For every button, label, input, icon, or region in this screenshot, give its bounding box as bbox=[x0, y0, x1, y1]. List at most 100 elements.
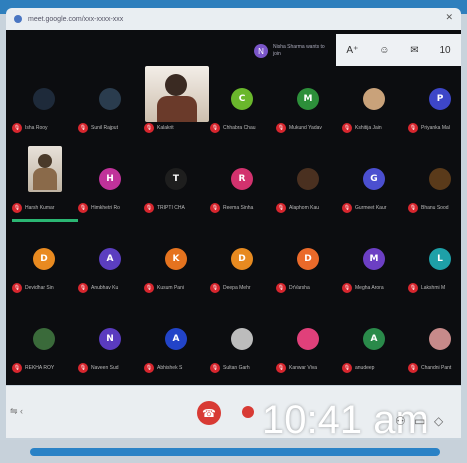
participant-name: Priyanka Mal bbox=[421, 125, 450, 131]
participant-avatar bbox=[231, 328, 253, 350]
mic-off-icon: 🎙 bbox=[276, 363, 286, 373]
participant-tile[interactable]: A 🎙 Anubhav Ku bbox=[74, 226, 140, 301]
participant-avatar: M bbox=[363, 248, 385, 270]
participant-avatar: P bbox=[429, 88, 451, 110]
participant-avatar bbox=[297, 328, 319, 350]
mic-off-icon: 🎙 bbox=[78, 283, 88, 293]
mic-off-icon: 🎙 bbox=[342, 123, 352, 133]
participant-name: Devidhar Sin bbox=[25, 285, 54, 291]
meeting-details-icon[interactable]: ⇋ ‹ bbox=[10, 406, 23, 417]
mic-off-icon: 🎙 bbox=[12, 123, 22, 133]
participant-avatar: D bbox=[297, 248, 319, 270]
participant-tile[interactable]: 🎙 Bhanu Sood bbox=[404, 146, 467, 221]
mic-off-icon: 🎙 bbox=[210, 283, 220, 293]
participant-name: Anubhav Ku bbox=[91, 285, 119, 291]
address-bar-url[interactable]: meet.google.com/xxx-xxxx-xxx bbox=[28, 16, 123, 23]
notification-avatar: N bbox=[254, 44, 268, 58]
participant-avatar: A bbox=[99, 248, 121, 270]
participant-tile[interactable]: 🎙 Kshitija Jain bbox=[338, 66, 404, 141]
participant-tile[interactable]: 🎙 Sunil Rajput bbox=[74, 66, 140, 141]
participant-name: TRIPTI CHA bbox=[157, 205, 185, 211]
participant-tile[interactable]: G 🎙 Gurmeet Kaur bbox=[338, 146, 404, 221]
participant-name: Harsh Kumar bbox=[25, 205, 55, 211]
participant-video[interactable] bbox=[28, 146, 62, 192]
close-icon[interactable]: ✕ bbox=[445, 12, 453, 23]
text-size-icon[interactable]: A⁺ bbox=[346, 45, 358, 56]
person-silhouette-icon bbox=[165, 74, 187, 96]
join-notification[interactable]: N Nisha Sharma wants to join bbox=[254, 36, 336, 66]
participant-tile[interactable]: 🎙 Sultan Garh bbox=[206, 306, 272, 381]
participant-name: Naveen Sud bbox=[91, 365, 119, 371]
participant-tile[interactable]: D 🎙 DrVarsha bbox=[272, 226, 338, 301]
participant-tile[interactable]: K 🎙 Kusum Pani bbox=[140, 226, 206, 301]
participant-avatar bbox=[429, 168, 451, 190]
end-call-button[interactable]: ☎ bbox=[197, 401, 221, 425]
mic-off-icon: 🎙 bbox=[144, 203, 154, 213]
participant-name: Megha Arora bbox=[355, 285, 384, 291]
mic-off-icon: 🎙 bbox=[210, 203, 220, 213]
site-favicon-icon bbox=[14, 15, 22, 23]
participant-avatar: M bbox=[297, 88, 319, 110]
participant-count[interactable]: 10 bbox=[439, 45, 450, 56]
participant-name: Chhabra Chau bbox=[223, 125, 256, 131]
mic-off-icon: 🎙 bbox=[276, 123, 286, 133]
mic-off-icon: 🎙 bbox=[78, 363, 88, 373]
participant-avatar: R bbox=[231, 168, 253, 190]
mic-off-icon: 🎙 bbox=[408, 363, 418, 373]
activities-icon[interactable]: ◇ bbox=[434, 414, 443, 428]
participant-tile[interactable]: D 🎙 Deepa Mehr bbox=[206, 226, 272, 301]
chat-icon[interactable]: ✉ bbox=[410, 45, 418, 56]
participant-name: Kalakrit bbox=[157, 125, 174, 131]
participant-tile[interactable]: L 🎙 Lakshmi M bbox=[404, 226, 467, 301]
mic-off-icon: 🎙 bbox=[144, 363, 154, 373]
participant-tile[interactable]: T 🎙 TRIPTI CHA bbox=[140, 146, 206, 221]
participant-tile[interactable]: 🎙 Isha Rooy bbox=[8, 66, 74, 141]
participant-avatar: D bbox=[231, 248, 253, 270]
participant-name: Isha Rooy bbox=[25, 125, 48, 131]
participant-avatar: N bbox=[99, 328, 121, 350]
people-icon[interactable]: ⚇ bbox=[395, 414, 406, 428]
participant-name: Sunil Rajput bbox=[91, 125, 118, 131]
participant-tile[interactable]: 🎙 REKHA ROY bbox=[8, 306, 74, 381]
browser-tab-bar: meet.google.com/xxx-xxxx-xxx ✕ bbox=[6, 8, 461, 30]
person-silhouette-icon bbox=[33, 168, 57, 190]
people-icon[interactable]: ☺ bbox=[379, 45, 389, 56]
participant-name: Deepa Mehr bbox=[223, 285, 251, 291]
participant-avatar: K bbox=[165, 248, 187, 270]
participant-tile[interactable]: M 🎙 Megha Arora bbox=[338, 226, 404, 301]
participant-avatar bbox=[363, 88, 385, 110]
participant-tile[interactable]: H 🎙 Himkhetri Ro bbox=[74, 146, 140, 221]
speaking-indicator bbox=[12, 219, 78, 222]
chat-icon[interactable]: ▭ bbox=[414, 414, 425, 428]
participant-tile[interactable]: P 🎙 Priyanka Mal bbox=[404, 66, 467, 141]
participant-tile[interactable]: R 🎙 Reema Sinha bbox=[206, 146, 272, 221]
participant-name: Kusum Pani bbox=[157, 285, 184, 291]
participant-tile[interactable]: 🎙 Chandni Pant bbox=[404, 306, 467, 381]
participant-name: Kshitija Jain bbox=[355, 125, 382, 131]
participant-tile[interactable]: C 🎙 Chhabra Chau bbox=[206, 66, 272, 141]
participant-avatar bbox=[33, 328, 55, 350]
mic-off-icon: 🎙 bbox=[210, 123, 220, 133]
end-call-secondary-icon[interactable] bbox=[242, 406, 254, 418]
participant-video[interactable] bbox=[145, 66, 209, 122]
participant-avatar bbox=[99, 88, 121, 110]
mic-off-icon: 🎙 bbox=[12, 363, 22, 373]
participant-name: anudeep bbox=[355, 365, 375, 371]
participant-grid: 🎙 Isha Rooy 🎙 Sunil Rajput 🎙 Kalakrit C 🎙 Chhabr… bbox=[8, 66, 461, 386]
participant-tile[interactable]: D 🎙 Devidhar Sin bbox=[8, 226, 74, 301]
participant-tile[interactable]: M 🎙 Mukund Yadav bbox=[272, 66, 338, 141]
participant-avatar: D bbox=[33, 248, 55, 270]
person-silhouette-icon bbox=[157, 96, 197, 122]
participant-tile[interactable]: A 🎙 anudeep bbox=[338, 306, 404, 381]
participant-tile[interactable]: A 🎙 Abhishek S bbox=[140, 306, 206, 381]
participant-avatar: C bbox=[231, 88, 253, 110]
mic-off-icon: 🎙 bbox=[342, 203, 352, 213]
mic-off-icon: 🎙 bbox=[210, 363, 220, 373]
participant-tile[interactable]: 🎙 Alaphom Kau bbox=[272, 146, 338, 221]
mic-off-icon: 🎙 bbox=[276, 203, 286, 213]
participant-tile[interactable]: N 🎙 Naveen Sud bbox=[74, 306, 140, 381]
participant-tile[interactable]: 🎙 Kanwar Viva bbox=[272, 306, 338, 381]
participant-name: DrVarsha bbox=[289, 285, 310, 291]
participant-name: Alaphom Kau bbox=[289, 205, 320, 211]
participant-name: Bhanu Sood bbox=[421, 205, 449, 211]
